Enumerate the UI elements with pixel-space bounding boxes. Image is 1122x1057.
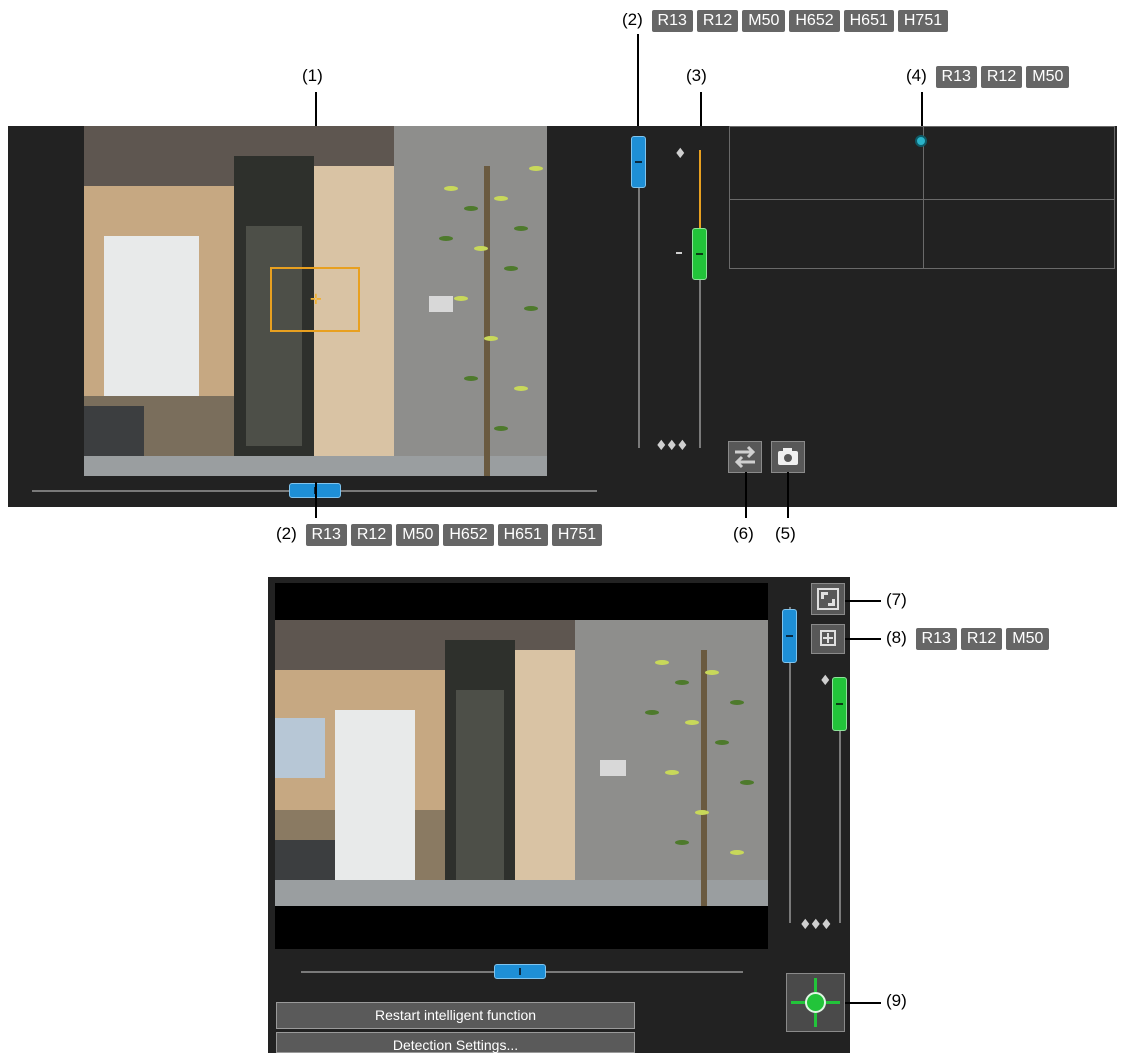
- viewer-panel-top: ✛ ♦ ♦♦♦: [8, 126, 1117, 507]
- badge: M50: [742, 10, 786, 32]
- callout-5-label: (5): [775, 524, 796, 543]
- crosshair-icon: ✛: [310, 292, 322, 308]
- camera-icon[interactable]: [771, 441, 805, 473]
- badge: R12: [980, 66, 1023, 88]
- badge: H751: [551, 524, 603, 546]
- badge: R13: [651, 10, 693, 32]
- leader-line: [745, 472, 747, 518]
- pan-tilt-control-icon[interactable]: [786, 973, 845, 1032]
- callout-3-label: (3): [686, 66, 707, 85]
- detection-settings-button[interactable]: Detection Settings...: [276, 1032, 635, 1053]
- camera-image[interactable]: [275, 620, 768, 906]
- badge: M50: [396, 524, 440, 546]
- position-marker-icon[interactable]: [915, 135, 927, 147]
- pan-slider-thumb[interactable]: [494, 964, 546, 979]
- plus-icon[interactable]: [811, 624, 845, 654]
- callout-2-bottom-label: (2): [276, 524, 297, 543]
- zoom-slider-thumb[interactable]: [782, 609, 797, 663]
- badge: R12: [696, 10, 739, 32]
- callout-2-top: (2) R13 R12 M50 H652 H651 H751: [622, 10, 949, 32]
- leader-line: [845, 600, 881, 602]
- badge: R12: [960, 628, 1003, 650]
- badge: H652: [443, 524, 494, 546]
- badge: H651: [497, 524, 548, 546]
- callout-8-label: (8): [886, 628, 907, 647]
- far-focus-icon: ♦♦♦: [655, 438, 689, 454]
- callout-1-label: (1): [302, 66, 323, 85]
- far-focus-icon: ♦♦♦: [799, 917, 833, 933]
- callout-5: (5): [775, 524, 796, 544]
- callout-8: (8) R13 R12 M50: [886, 628, 1050, 650]
- callout-7: (7): [886, 590, 907, 610]
- callout-4: (4) R13 R12 M50: [906, 66, 1070, 88]
- callout-2-top-label: (2): [622, 10, 643, 29]
- badge: M50: [1006, 628, 1050, 650]
- badge: M50: [1026, 66, 1070, 88]
- camera-image[interactable]: ✛: [84, 126, 547, 476]
- callout-7-label: (7): [886, 590, 907, 609]
- zoom-slider-thumb[interactable]: [631, 136, 646, 188]
- focus-marker: [676, 252, 682, 254]
- fullscreen-icon[interactable]: [811, 583, 845, 615]
- callout-9: (9): [886, 991, 907, 1011]
- near-focus-icon: ♦: [819, 673, 832, 689]
- leader-line: [845, 638, 881, 640]
- callout-9-label: (9): [886, 991, 907, 1010]
- callout-1: (1): [302, 66, 323, 86]
- panorama-area[interactable]: [729, 126, 1115, 269]
- badge: R13: [935, 66, 977, 88]
- leader-line: [637, 34, 639, 134]
- badge: R12: [350, 524, 393, 546]
- callout-2-bottom: (2) R13 R12 M50 H652 H651 H751: [276, 524, 603, 546]
- badge: H751: [897, 10, 949, 32]
- viewer-panel-bottom: ♦ ♦♦♦ Restart intelligent function Detec…: [268, 577, 850, 1053]
- badge: R13: [305, 524, 347, 546]
- callout-3: (3): [686, 66, 707, 86]
- leader-line: [787, 472, 789, 518]
- focus-range-bar: [699, 150, 701, 240]
- focus-slider-thumb[interactable]: [692, 228, 707, 280]
- callout-6-label: (6): [733, 524, 754, 543]
- badge: H652: [789, 10, 840, 32]
- callout-6: (6): [733, 524, 754, 544]
- leader-line: [315, 482, 317, 518]
- badge: H651: [843, 10, 894, 32]
- restart-intelligent-function-button[interactable]: Restart intelligent function: [276, 1002, 635, 1029]
- badge: R13: [915, 628, 957, 650]
- switch-arrows-icon[interactable]: [728, 441, 762, 473]
- focus-slider-thumb[interactable]: [832, 677, 847, 731]
- leader-line: [845, 1002, 881, 1004]
- near-focus-icon: ♦: [674, 146, 687, 162]
- callout-4-label: (4): [906, 66, 927, 85]
